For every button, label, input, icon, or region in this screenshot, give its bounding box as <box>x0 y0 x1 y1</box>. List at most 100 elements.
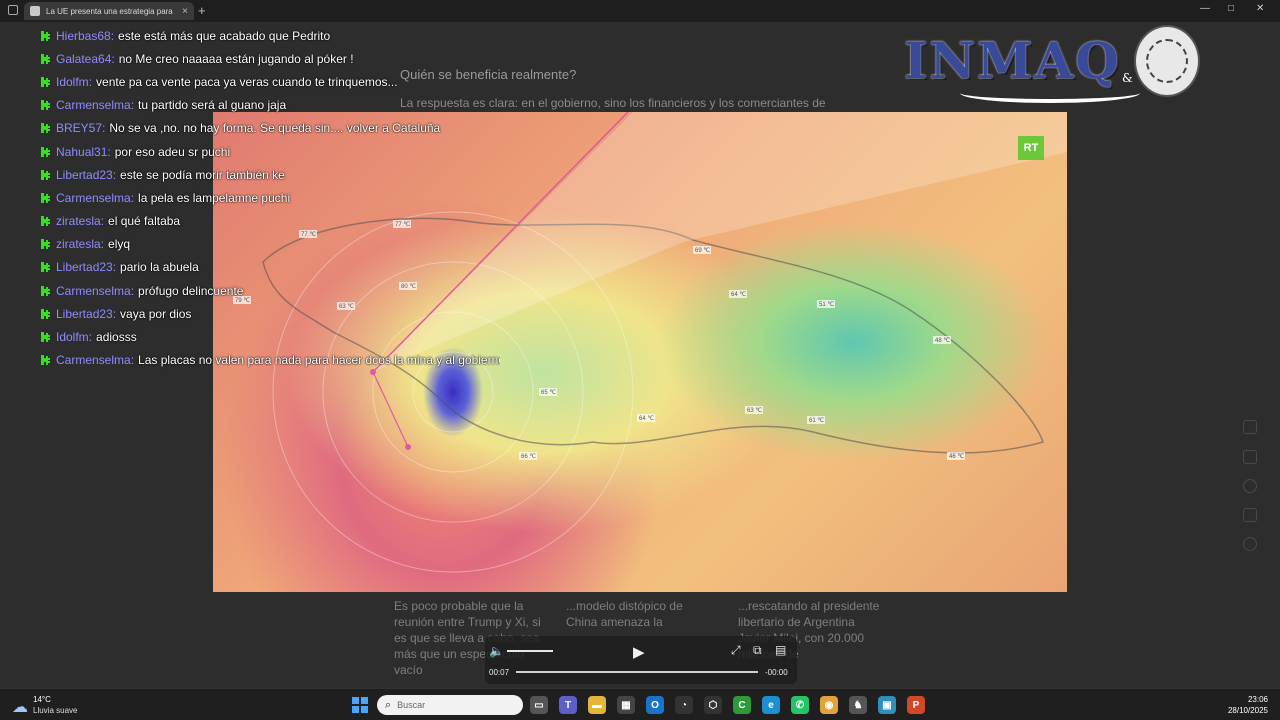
chat-username[interactable]: ziratesla: <box>56 214 104 228</box>
map-label: 51 ℃ <box>817 300 835 308</box>
rt-logo: RT <box>1018 136 1044 160</box>
chat-message: ziratesla: elyq <box>40 233 500 256</box>
chat-text: elyq <box>108 237 131 252</box>
related-card-2[interactable]: ...modelo distópico de China amenaza la <box>566 598 716 630</box>
outlook-icon[interactable]: O <box>646 696 664 714</box>
brand-name: INMAQ <box>904 31 1121 90</box>
chat-message: Carmenselma: prófugo delincuente <box>40 279 500 302</box>
weather-description[interactable]: Lluvia suave <box>33 706 77 715</box>
kick-icon <box>41 146 50 157</box>
start-button[interactable] <box>352 697 368 713</box>
player-controls: 🔈 ▶ ⤢ ⧉ ▤ 00:07 -00:00 <box>485 636 797 684</box>
weather-cloud-icon[interactable]: ☁ <box>12 697 28 717</box>
edge-icon[interactable]: e <box>762 696 780 714</box>
window-menu-icon[interactable] <box>8 5 18 15</box>
chat-username[interactable]: Carmenselma: <box>56 353 134 367</box>
browser-tab[interactable]: La UE presenta una estrategia para × <box>24 2 194 20</box>
chat-text: este se podía morir también ke <box>120 167 285 182</box>
chat-username[interactable]: Idolfm: <box>56 330 92 344</box>
map-label: 46 ℃ <box>947 452 965 460</box>
minimize-button[interactable]: — <box>1200 3 1210 14</box>
chat-username[interactable]: Libertad23: <box>56 168 116 182</box>
edit-icon[interactable] <box>1243 508 1257 522</box>
map-label: 65 ℃ <box>539 388 557 396</box>
map-label: 48 ℃ <box>933 336 951 344</box>
chrome-icon[interactable]: ◉ <box>820 696 838 714</box>
map-label: 61 ℃ <box>807 416 825 424</box>
camtasia-icon[interactable]: C <box>733 696 751 714</box>
svg-text:69 ℃: 69 ℃ <box>695 248 710 254</box>
kick-icon <box>41 192 50 203</box>
powerpoint-icon[interactable]: P <box>907 696 925 714</box>
chat-message: Libertad23: pario la abuela <box>40 256 500 279</box>
kick-icon <box>41 332 50 343</box>
captions-icon[interactable]: ▤ <box>775 643 786 657</box>
chat-username[interactable]: Carmenselma: <box>56 98 134 112</box>
close-window-button[interactable]: ✕ <box>1256 3 1264 14</box>
live-chat: Hierbas68: este está más que acabado que … <box>40 24 500 376</box>
chat-message: Idolfm: vente pa ca vente paca ya veras c… <box>40 70 500 93</box>
comment-icon[interactable] <box>1243 479 1257 493</box>
kick-icon <box>41 308 50 319</box>
chat-username[interactable]: Galatea64: <box>56 52 115 66</box>
chat-text: tu partido será al guano jaja <box>138 98 287 113</box>
chat-username[interactable]: Nahual31: <box>56 145 111 159</box>
chat-username[interactable]: Idolfm: <box>56 75 92 89</box>
kick-icon <box>41 216 50 227</box>
chat-message: Libertad23: vaya por dios <box>40 302 500 325</box>
taskbar: ☁ 14°C Lluvia suave ⌕ Buscar ▭ T ▬ ▦ O ◔ ⬡ Ce ✆ ◉… <box>0 688 1280 720</box>
chat-message: Carmenselma: la pela es lampelamne puchi <box>40 186 500 209</box>
taskbar-search[interactable]: ⌕ Buscar <box>377 695 523 715</box>
browser-titlebar: La UE presenta una estrategia para × + —… <box>0 0 1280 22</box>
file-explorer-icon[interactable]: ▬ <box>588 696 606 714</box>
chat-text: pario la abuela <box>120 260 199 275</box>
tab-close-icon[interactable]: × <box>182 6 188 17</box>
chat-message: Carmenselma: tu partido será al guano jaj… <box>40 94 500 117</box>
store-icon[interactable]: ▦ <box>617 696 635 714</box>
chat-username[interactable]: BREY57: <box>56 121 105 135</box>
maximize-button[interactable]: □ <box>1228 3 1234 14</box>
volume-slider[interactable] <box>507 650 553 652</box>
fullscreen-icon[interactable]: ⤢ <box>731 643 741 658</box>
weather-temperature[interactable]: 14°C <box>33 695 51 704</box>
app-red-icon[interactable]: ◔ <box>675 696 693 714</box>
chat-message: Idolfm: adiosss <box>40 325 500 348</box>
chat-message: Nahual31: por eso adeu sr puchi <box>40 140 500 163</box>
volume-icon[interactable]: 🔈 <box>489 644 504 658</box>
play-icon[interactable]: ▶ <box>633 643 645 661</box>
seek-bar[interactable] <box>516 671 758 673</box>
clock-time: 23:06 <box>1247 695 1268 704</box>
chat-text: no Me creo naaaaa están jugando al póker… <box>118 51 354 66</box>
time-remaining: -00:00 <box>765 668 788 677</box>
app-gray-icon[interactable]: ♞ <box>849 696 867 714</box>
picture-in-picture-icon[interactable]: ⧉ <box>753 643 762 658</box>
map-label: 63 ℃ <box>745 406 763 414</box>
chat-username[interactable]: Libertad23: <box>56 307 116 321</box>
kick-icon <box>41 285 50 296</box>
map-label: 64 ℃ <box>637 414 655 422</box>
chat-text: Las placas no valen para nada para hacer… <box>138 353 500 368</box>
chat-username[interactable]: ziratesla: <box>56 237 104 251</box>
svg-text:48 ℃: 48 ℃ <box>935 338 950 344</box>
task-view-icon[interactable]: ▭ <box>530 696 548 714</box>
new-tab-button[interactable]: + <box>198 3 206 18</box>
time-current: 00:07 <box>489 668 510 677</box>
chat-text: prófugo delincuente <box>138 283 244 298</box>
taskbar-clock[interactable]: 23:06 28/10/2025 <box>1228 694 1268 716</box>
kick-icon <box>41 76 50 87</box>
chat-username[interactable]: Libertad23: <box>56 260 116 274</box>
teams-icon[interactable]: T <box>559 696 577 714</box>
chat-username[interactable]: Carmenselma: <box>56 284 134 298</box>
app-dark-icon[interactable]: ⬡ <box>704 696 722 714</box>
screen: La UE presenta una estrategia para × + —… <box>0 0 1280 720</box>
map-label: 64 ℃ <box>729 290 747 298</box>
share-icon[interactable] <box>1243 420 1257 434</box>
whatsapp-icon[interactable]: ✆ <box>791 696 809 714</box>
svg-text:66 ℃: 66 ℃ <box>521 454 536 460</box>
history-icon[interactable] <box>1243 537 1257 551</box>
app-active-icon[interactable]: ▣ <box>878 696 896 714</box>
chat-username[interactable]: Carmenselma: <box>56 191 134 205</box>
chat-username[interactable]: Hierbas68: <box>56 29 114 43</box>
link-icon[interactable] <box>1243 450 1257 464</box>
emblem-icon <box>1134 25 1200 97</box>
